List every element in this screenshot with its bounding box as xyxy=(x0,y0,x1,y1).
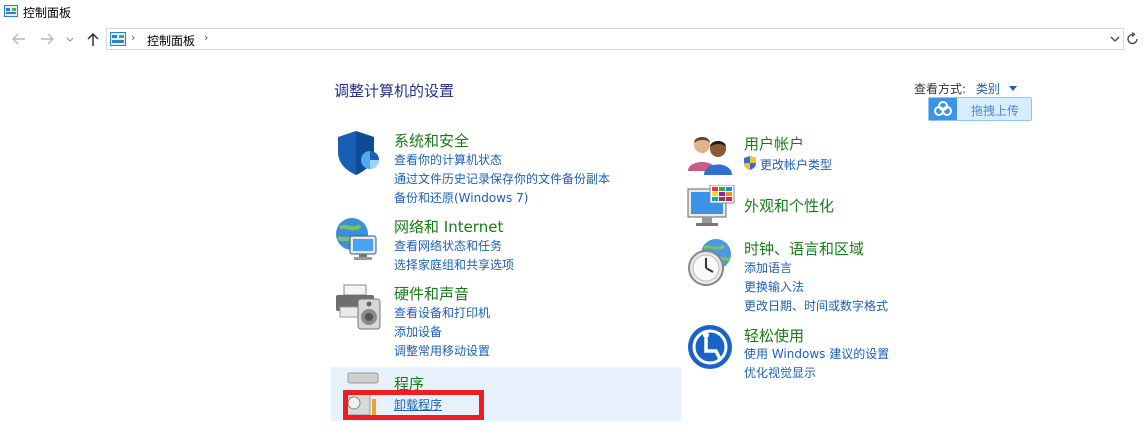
forward-arrow-icon[interactable] xyxy=(38,29,56,49)
shield-icon[interactable] xyxy=(334,128,384,178)
breadcrumb-separator[interactable]: › xyxy=(204,31,208,44)
link-change-account-type[interactable]: 更改帐户类型 xyxy=(760,156,832,173)
monitor-palette-icon[interactable] xyxy=(686,185,736,233)
chevron-down-icon[interactable] xyxy=(1108,30,1122,48)
category-title-user-accounts[interactable]: 用户帐户 xyxy=(744,133,804,154)
page-title: 调整计算机的设置 xyxy=(334,82,455,100)
link-view-computer-status[interactable]: 查看你的计算机状态 xyxy=(394,151,502,168)
breadcrumb-separator[interactable]: › xyxy=(131,31,135,44)
users-icon[interactable] xyxy=(686,131,736,175)
refresh-icon[interactable] xyxy=(1126,30,1140,48)
link-change-input-method[interactable]: 更换输入法 xyxy=(744,278,804,295)
printer-speaker-icon[interactable] xyxy=(334,281,384,333)
view-by-selector[interactable]: 查看方式: 类别 xyxy=(914,80,1017,97)
clock-globe-icon[interactable] xyxy=(686,236,734,288)
ease-of-access-icon[interactable] xyxy=(686,323,734,371)
uac-shield-icon xyxy=(744,156,756,170)
category-title-hardware-sound[interactable]: 硬件和声音 xyxy=(394,283,469,304)
link-add-device[interactable]: 添加设备 xyxy=(394,323,442,340)
cloud-icon xyxy=(929,98,957,120)
category-title-clock-language-region[interactable]: 时钟、语言和区域 xyxy=(744,238,864,259)
link-devices-printers[interactable]: 查看设备和打印机 xyxy=(394,304,490,321)
category-title-ease-of-access[interactable]: 轻松使用 xyxy=(744,325,804,346)
annotation-highlight-box xyxy=(343,390,484,420)
drag-upload-button[interactable]: 拖拽上传 xyxy=(928,97,1032,121)
link-backup-restore[interactable]: 备份和还原(Windows 7) xyxy=(394,189,528,206)
category-title-system-security[interactable]: 系统和安全 xyxy=(394,130,469,151)
chevron-down-icon[interactable] xyxy=(64,29,76,49)
window-title: 控制面板 xyxy=(23,6,72,20)
category-title-network-internet[interactable]: 网络和 Internet xyxy=(394,216,503,237)
link-optimize-visual-display[interactable]: 优化视觉显示 xyxy=(744,364,816,381)
link-date-time-number-format[interactable]: 更改日期、时间或数字格式 xyxy=(744,297,888,314)
control-panel-icon xyxy=(4,5,18,17)
category-title-appearance[interactable]: 外观和个性化 xyxy=(744,195,834,216)
link-network-status-tasks[interactable]: 查看网络状态和任务 xyxy=(394,237,502,254)
link-windows-suggested-settings[interactable]: 使用 Windows 建议的设置 xyxy=(744,345,889,362)
chevron-down-icon[interactable] xyxy=(1008,86,1017,91)
link-mobility-settings[interactable]: 调整常用移动设置 xyxy=(394,342,490,359)
link-homegroup-sharing[interactable]: 选择家庭组和共享选项 xyxy=(394,256,514,273)
upload-button-label: 拖拽上传 xyxy=(971,104,1020,118)
network-icon[interactable] xyxy=(334,214,384,264)
back-arrow-icon[interactable] xyxy=(10,29,28,49)
control-panel-icon xyxy=(110,32,126,46)
breadcrumb-control-panel[interactable]: 控制面板 xyxy=(147,32,195,49)
link-file-history-backup[interactable]: 通过文件历史记录保存你的文件备份副本 xyxy=(394,170,610,187)
navigation-bar: › 控制面板 › xyxy=(0,26,1144,52)
title-bar: 控制面板 xyxy=(0,0,1144,24)
up-arrow-icon[interactable] xyxy=(84,29,102,49)
view-by-label: 查看方式: xyxy=(914,82,967,96)
link-add-language[interactable]: 添加语言 xyxy=(744,259,792,276)
address-bar[interactable]: › 控制面板 › xyxy=(106,28,1124,50)
view-by-value[interactable]: 类别 xyxy=(976,82,1000,96)
